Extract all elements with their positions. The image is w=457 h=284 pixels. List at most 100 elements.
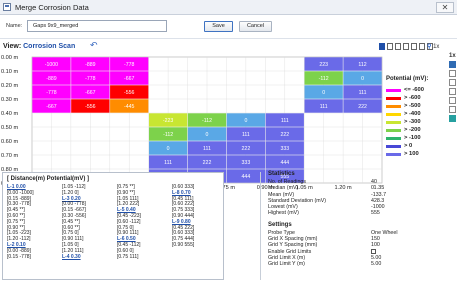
zoom-level: 1x — [433, 44, 440, 50]
view-mode[interactable]: Corrosion Scan — [23, 43, 75, 50]
list-columns: L-1 0.00 [0.00 -1000] [0.15 -889] [0.30 -77… — [7, 184, 223, 261]
info-key: Highest (mV) — [268, 210, 299, 217]
name-label: Name: — [6, 23, 23, 29]
legend-swatch — [386, 112, 401, 116]
y-tick-label: 0.50 m — [1, 125, 18, 131]
magnifier-icon: ⚲ — [427, 44, 432, 50]
tool-c-icon[interactable] — [449, 88, 456, 95]
view-tool-1-icon[interactable] — [379, 43, 385, 50]
view-tool-6-icon[interactable] — [419, 43, 425, 50]
view-tool-4-icon[interactable] — [403, 43, 409, 50]
legend-swatch — [386, 128, 401, 132]
view-tool-5-icon[interactable] — [411, 43, 417, 50]
legend-label: > 0 — [404, 143, 413, 149]
statistics-rows: No. of Readings 40 Median (mV) 0 Mean (mV) -1… — [268, 179, 454, 217]
right-tool-panel: 1x — [449, 53, 457, 122]
tool-b-icon[interactable] — [449, 79, 456, 86]
tool-d-icon[interactable] — [449, 97, 456, 104]
name-field[interactable]: Gaps 9x9_merged — [27, 20, 167, 32]
undo-icon[interactable]: ↶ — [90, 41, 98, 50]
legend-swatch — [386, 152, 401, 156]
legend: <= -600 > -600 > -500 > -400 > -300 > -200 > -… — [386, 86, 424, 158]
y-tick-label: 0.40 m — [1, 111, 18, 117]
cell-label: 0 — [361, 76, 364, 82]
statistics-panel: Statistics No. of Readings 40 Median (mV) 0… — [268, 171, 454, 268]
legend-label: <= -600 — [404, 87, 424, 93]
legend-label: > -400 — [404, 111, 421, 117]
cell-label: 0 — [322, 90, 325, 96]
legend-label: > -600 — [404, 95, 421, 101]
cell-label: 0 — [206, 132, 209, 138]
list-column: [1.05 -112] [1.20 0] L-3 0.20 [0.00 -778] [0… — [62, 184, 117, 261]
list-header: [ Distance(m) Potential(mV) ] — [7, 176, 90, 182]
save-button[interactable]: Save — [204, 21, 233, 32]
cell-label: 222 — [280, 132, 289, 138]
list-scrollbar[interactable] — [260, 172, 265, 280]
legend-label: > -500 — [404, 103, 421, 109]
name-row: Name: Gaps 9x9_merged Save Cancel — [0, 18, 457, 34]
app-icon — [3, 3, 11, 11]
info-value: 5.00 — [371, 261, 382, 268]
cell-label: 111 — [164, 160, 172, 166]
list-item[interactable]: [0.15 -778] — [7, 254, 62, 261]
settings-title: Settings — [268, 221, 292, 228]
cell-label: 111 — [320, 104, 328, 110]
legend-label: > 100 — [404, 151, 419, 157]
legend-swatch — [386, 104, 401, 108]
cell-label: -667 — [46, 104, 56, 110]
tool-f-icon[interactable] — [449, 115, 456, 122]
cell-label: -778 — [46, 90, 56, 96]
view-toolbar — [379, 43, 433, 51]
cell-label: -556 — [124, 90, 134, 96]
y-tick-label: 0.00 m — [1, 55, 18, 61]
y-tick-label: 0.70 m — [1, 153, 18, 159]
cell-label: -889 — [85, 62, 95, 68]
right-zoom-label: 1x — [449, 53, 456, 59]
cell-label: 223 — [319, 62, 328, 68]
cell-label: 222 — [203, 160, 212, 166]
cell-label: 222 — [242, 146, 251, 152]
info-key: Grid Limit Y (m) — [268, 261, 305, 268]
cell-label: -112 — [319, 76, 329, 82]
list-column: [0.75 **] [0.90 **] [1.05 111] [1.20 222] L-… — [117, 184, 172, 261]
cell-label: 111 — [281, 118, 289, 124]
cell-label: 444 — [280, 160, 289, 166]
title-bar: Merge Corrosion Data ✕ — [0, 0, 457, 15]
zoom-control[interactable]: ⚲ 1x — [427, 43, 439, 50]
legend-swatch — [386, 88, 401, 92]
readings-list[interactable]: [ Distance(m) Potential(mV) ] L-1 0.00 [0… — [2, 172, 224, 280]
tool-e-icon[interactable] — [449, 106, 456, 113]
cell-label: -112 — [163, 132, 173, 138]
zoom-in-icon[interactable] — [449, 61, 456, 68]
view-header: View: Corrosion Scan ↶ ⚲ 1x — [0, 38, 457, 52]
list-line-header[interactable]: L-4 0.30 — [62, 254, 117, 261]
view-label: View: — [3, 43, 22, 50]
statistics-title: Statistics — [268, 171, 295, 177]
view-tool-3-icon[interactable] — [395, 43, 401, 50]
y-tick-label: 0.60 m — [1, 139, 18, 145]
legend-label: > -200 — [404, 127, 421, 133]
legend-item: > -400 — [386, 110, 424, 118]
cell-label: 444 — [242, 174, 251, 180]
list-item[interactable]: [0.75 111] — [117, 254, 172, 261]
legend-item: > -100 — [386, 134, 424, 142]
cell-label: -778 — [85, 76, 95, 82]
cancel-button[interactable]: Cancel — [239, 21, 272, 32]
y-tick-label: 0.30 m — [1, 97, 18, 103]
tool-a-icon[interactable] — [449, 70, 456, 77]
list-item[interactable]: [0.90 555] — [172, 242, 223, 249]
legend-swatch — [386, 96, 401, 100]
legend-label: > -300 — [404, 119, 421, 125]
grid-limits-checkbox[interactable] — [371, 248, 376, 254]
cell-label: 0 — [167, 146, 170, 152]
view-title: View: Corrosion Scan — [3, 43, 75, 50]
settings-rows: Probe Type One Wheel Grid X Spacing (mm) 15… — [268, 230, 454, 268]
legend-item: > -600 — [386, 94, 424, 102]
close-button[interactable]: ✕ — [436, 2, 454, 13]
legend-item: > -500 — [386, 102, 424, 110]
view-tool-2-icon[interactable] — [387, 43, 393, 50]
legend-item: > -200 — [386, 126, 424, 134]
legend-swatch — [386, 136, 401, 140]
cell-label: -223 — [163, 118, 173, 124]
y-tick-label: 0.20 m — [1, 83, 18, 89]
